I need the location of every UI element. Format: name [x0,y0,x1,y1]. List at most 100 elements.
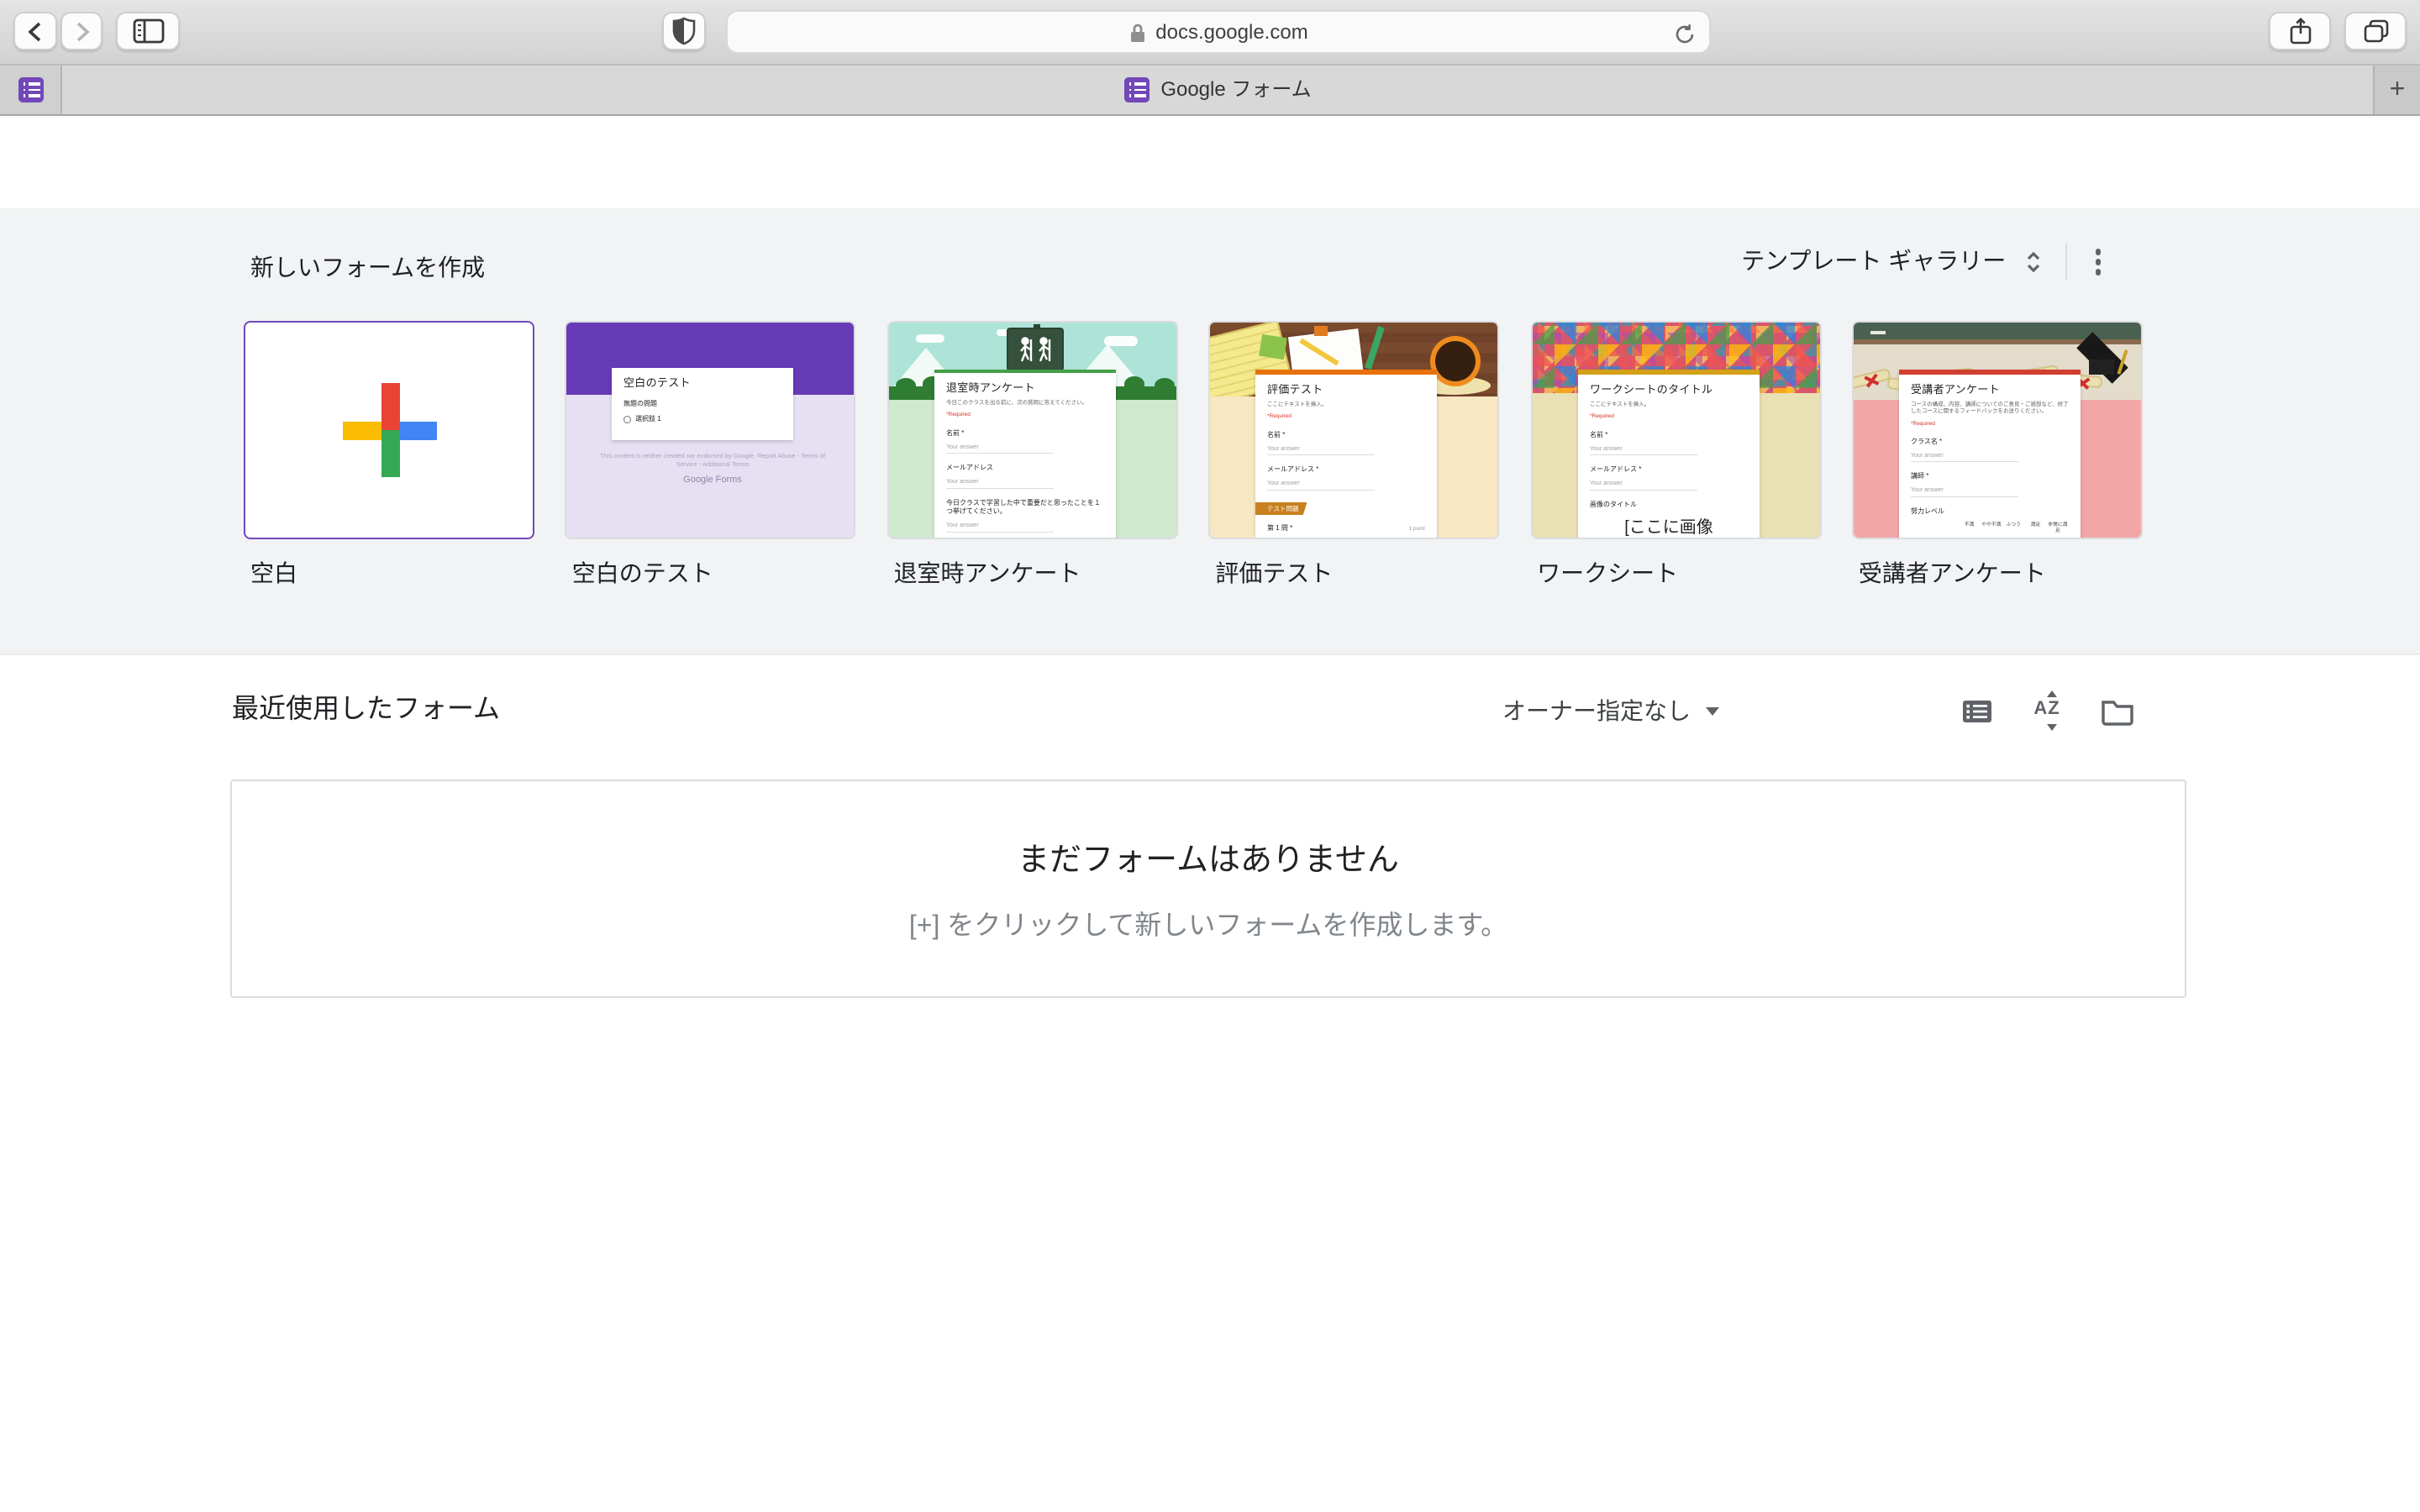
thumb-option: 選択肢 1 [636,415,662,423]
refresh-button[interactable] [1674,22,1696,55]
template-card-label: 空白のテスト [572,559,856,589]
thumb-image-placeholder: [ここに画像 [1589,517,1747,538]
thumb-required: *Required [1589,413,1747,420]
template-gallery-control: テンプレート ギャラリー [1741,242,2107,282]
thumb-desc: 今日このクラスを出る前に、次の質問に答えてください。 [946,400,1104,407]
thumb-points: 1 point [1409,526,1426,533]
caret-down-icon [1706,708,1719,717]
address-bar[interactable]: docs.google.com [726,10,1711,54]
thumb-title: 空白のテスト [624,376,782,390]
thumb-answer: Your answer [1589,480,1697,491]
more-options-button[interactable] [2088,246,2107,279]
chevron-right-icon [71,19,92,43]
template-section: 新しいフォームを作成 テンプレート ギャラリー 空白 [0,208,2420,655]
thumb-disclaimer: This content is neither created nor endo… [591,452,836,469]
template-cards-row: 空白 空白のテスト 無題の問題 選択肢 1 [244,321,2174,589]
template-card-worksheet: ワークシートのタイトル ここにテキストを挿入。 *Required 名前 * Y… [1530,321,1821,589]
thumb-field-label: 今日クラスで学習した中で重要だと思ったことを１つ挙げてください。 [946,499,1104,516]
sidebar-icon [132,18,164,44]
sort-az-icon: AZ [2033,699,2060,722]
template-card-course-evaluation: 受講者アンケート コースの構成、内容、講師についてのご意見・ご感想など、修了した… [1852,321,2143,589]
share-button[interactable] [2269,12,2331,50]
template-assessment-thumbnail[interactable]: 評価テスト ここにテキストを挿入。 *Required 名前 * Your an… [1208,321,1499,539]
template-card-label: 空白 [250,559,534,589]
template-card-blank-quiz: 空白のテスト 無題の問題 選択肢 1 This content is neith… [566,321,856,589]
tab-overview-button[interactable] [2344,12,2407,50]
chevron-left-icon [25,19,45,43]
template-card-exit-survey: 退室時アンケート 今日このクラスを出る前に、次の質問に答えてください。 *Req… [887,321,1178,589]
thumb-title: 退室時アンケート [946,381,1104,395]
share-icon [2288,17,2312,45]
thumb-grid-col: 不満 [1958,522,1980,534]
thumb-answer: Your answer [946,479,1054,489]
forward-button[interactable] [60,12,103,50]
owner-filter-label: オーナー指定なし [1502,697,1691,727]
thumb-answer: Your answer [1911,487,2018,497]
hikers-sign-icon [1007,328,1064,371]
thumb-section-ribbon: テスト問題 [1255,502,1307,515]
thumb-sheet: 空白のテスト 無題の問題 選択肢 1 [613,368,794,440]
thumb-answer: Your answer [1589,446,1697,456]
owner-filter-dropdown[interactable]: オーナー指定なし [1502,697,1719,727]
thumb-field-label: メールアドレス * [1267,465,1425,474]
template-blank-thumbnail[interactable] [244,321,534,539]
tab-bar: Google フォーム + [0,64,2420,116]
thumb-desc: ここにテキストを挿入。 [1589,402,1747,408]
thumb-answer: Your answer [1267,480,1375,491]
recent-forms-section: 最近使用したフォーム オーナー指定なし AZ [0,655,2420,1512]
divider [2065,244,2066,281]
thumb-field-label: 講師 * [1911,472,2069,480]
thumb-question: 第 1 問 * [1267,524,1292,533]
app-header: Forms ECCS2016 Information Technology Ce… [0,116,2420,208]
privacy-shield-button[interactable] [662,12,706,50]
thumb-required: *Required [1911,421,2069,428]
back-button[interactable] [13,12,57,50]
thumb-grid-col: やや不満 [1981,522,2002,534]
unfold-more-icon[interactable] [2023,249,2043,276]
open-file-picker-button[interactable] [2087,689,2148,732]
template-gallery-button[interactable]: テンプレート ギャラリー [1741,248,2006,277]
tab-title: Google フォーム [1160,77,1311,102]
thumb-answer: Your answer [946,444,1054,454]
forms-favicon [18,77,43,102]
thumb-grid-col: 満足 [2024,522,2046,534]
template-course-evaluation-thumbnail[interactable]: 受講者アンケート コースの構成、内容、講師についてのご意見・ご感想など、修了した… [1852,321,2143,539]
thumb-required: *Required [1267,413,1425,420]
thumb-answer: Your answer [1267,446,1375,456]
recent-view-controls: AZ [1936,689,2148,732]
template-card-label: 評価テスト [1215,559,1499,589]
plus-icon [343,383,437,477]
thumb-image-title: 画像のタイトル [1589,501,1747,509]
thumb-title: 受講者アンケート [1911,383,2069,396]
thumb-desc: コースの構成、内容、講師についてのご意見・ご感想など、修了したコースに関するフィ… [1911,402,2069,415]
sidebar-button[interactable] [116,12,180,50]
empty-state-box: まだフォームはありません [+] をクリックして新しいフォームを作成します。 [230,780,2186,998]
thumb-google-forms: Google Forms [591,475,836,486]
thumb-field-label: 名前 * [1589,431,1747,439]
template-exit-survey-thumbnail[interactable]: 退室時アンケート 今日このクラスを出る前に、次の質問に答えてください。 *Req… [887,321,1178,539]
sort-button[interactable]: AZ [2017,689,2077,732]
thumb-field-label: 名前 * [946,429,1104,438]
thumb-sheet: 評価テスト ここにテキストを挿入。 *Required 名前 * Your an… [1255,370,1437,539]
thumb-field-label: メールアドレス * [1589,465,1747,474]
empty-state-subtitle: [+] をクリックして新しいフォームを作成します。 [232,911,2185,944]
template-card-assessment: 評価テスト ここにテキストを挿入。 *Required 名前 * Your an… [1208,321,1499,589]
empty-state-title: まだフォームはありません [232,842,2185,882]
new-tab-button[interactable]: + [2373,66,2420,114]
template-section-title: 新しいフォームを作成 [250,254,485,283]
forms-favicon [1123,77,1149,102]
list-view-button[interactable] [1946,689,2007,732]
thumb-desc: ここにテキストを挿入。 [1267,402,1425,408]
template-worksheet-thumbnail[interactable]: ワークシートのタイトル ここにテキストを挿入。 *Required 名前 * Y… [1530,321,1821,539]
active-tab[interactable]: Google フォーム [62,66,2373,114]
template-card-label: 受講者アンケート [1859,559,2143,589]
thumb-sheet: ワークシートのタイトル ここにテキストを挿入。 *Required 名前 * Y… [1577,370,1759,539]
thumb-grid-title: 努力レベル [1911,507,2069,516]
thumb-grid-col: ふつう [2002,522,2024,534]
recent-forms-title: 最近使用したフォーム [232,694,500,727]
pinned-tab-forms[interactable] [0,66,62,114]
list-view-icon [1960,698,1992,723]
thumb-question: 無題の問題 [624,400,782,408]
shield-icon [672,17,696,45]
template-blank-quiz-thumbnail[interactable]: 空白のテスト 無題の問題 選択肢 1 This content is neith… [566,321,856,539]
